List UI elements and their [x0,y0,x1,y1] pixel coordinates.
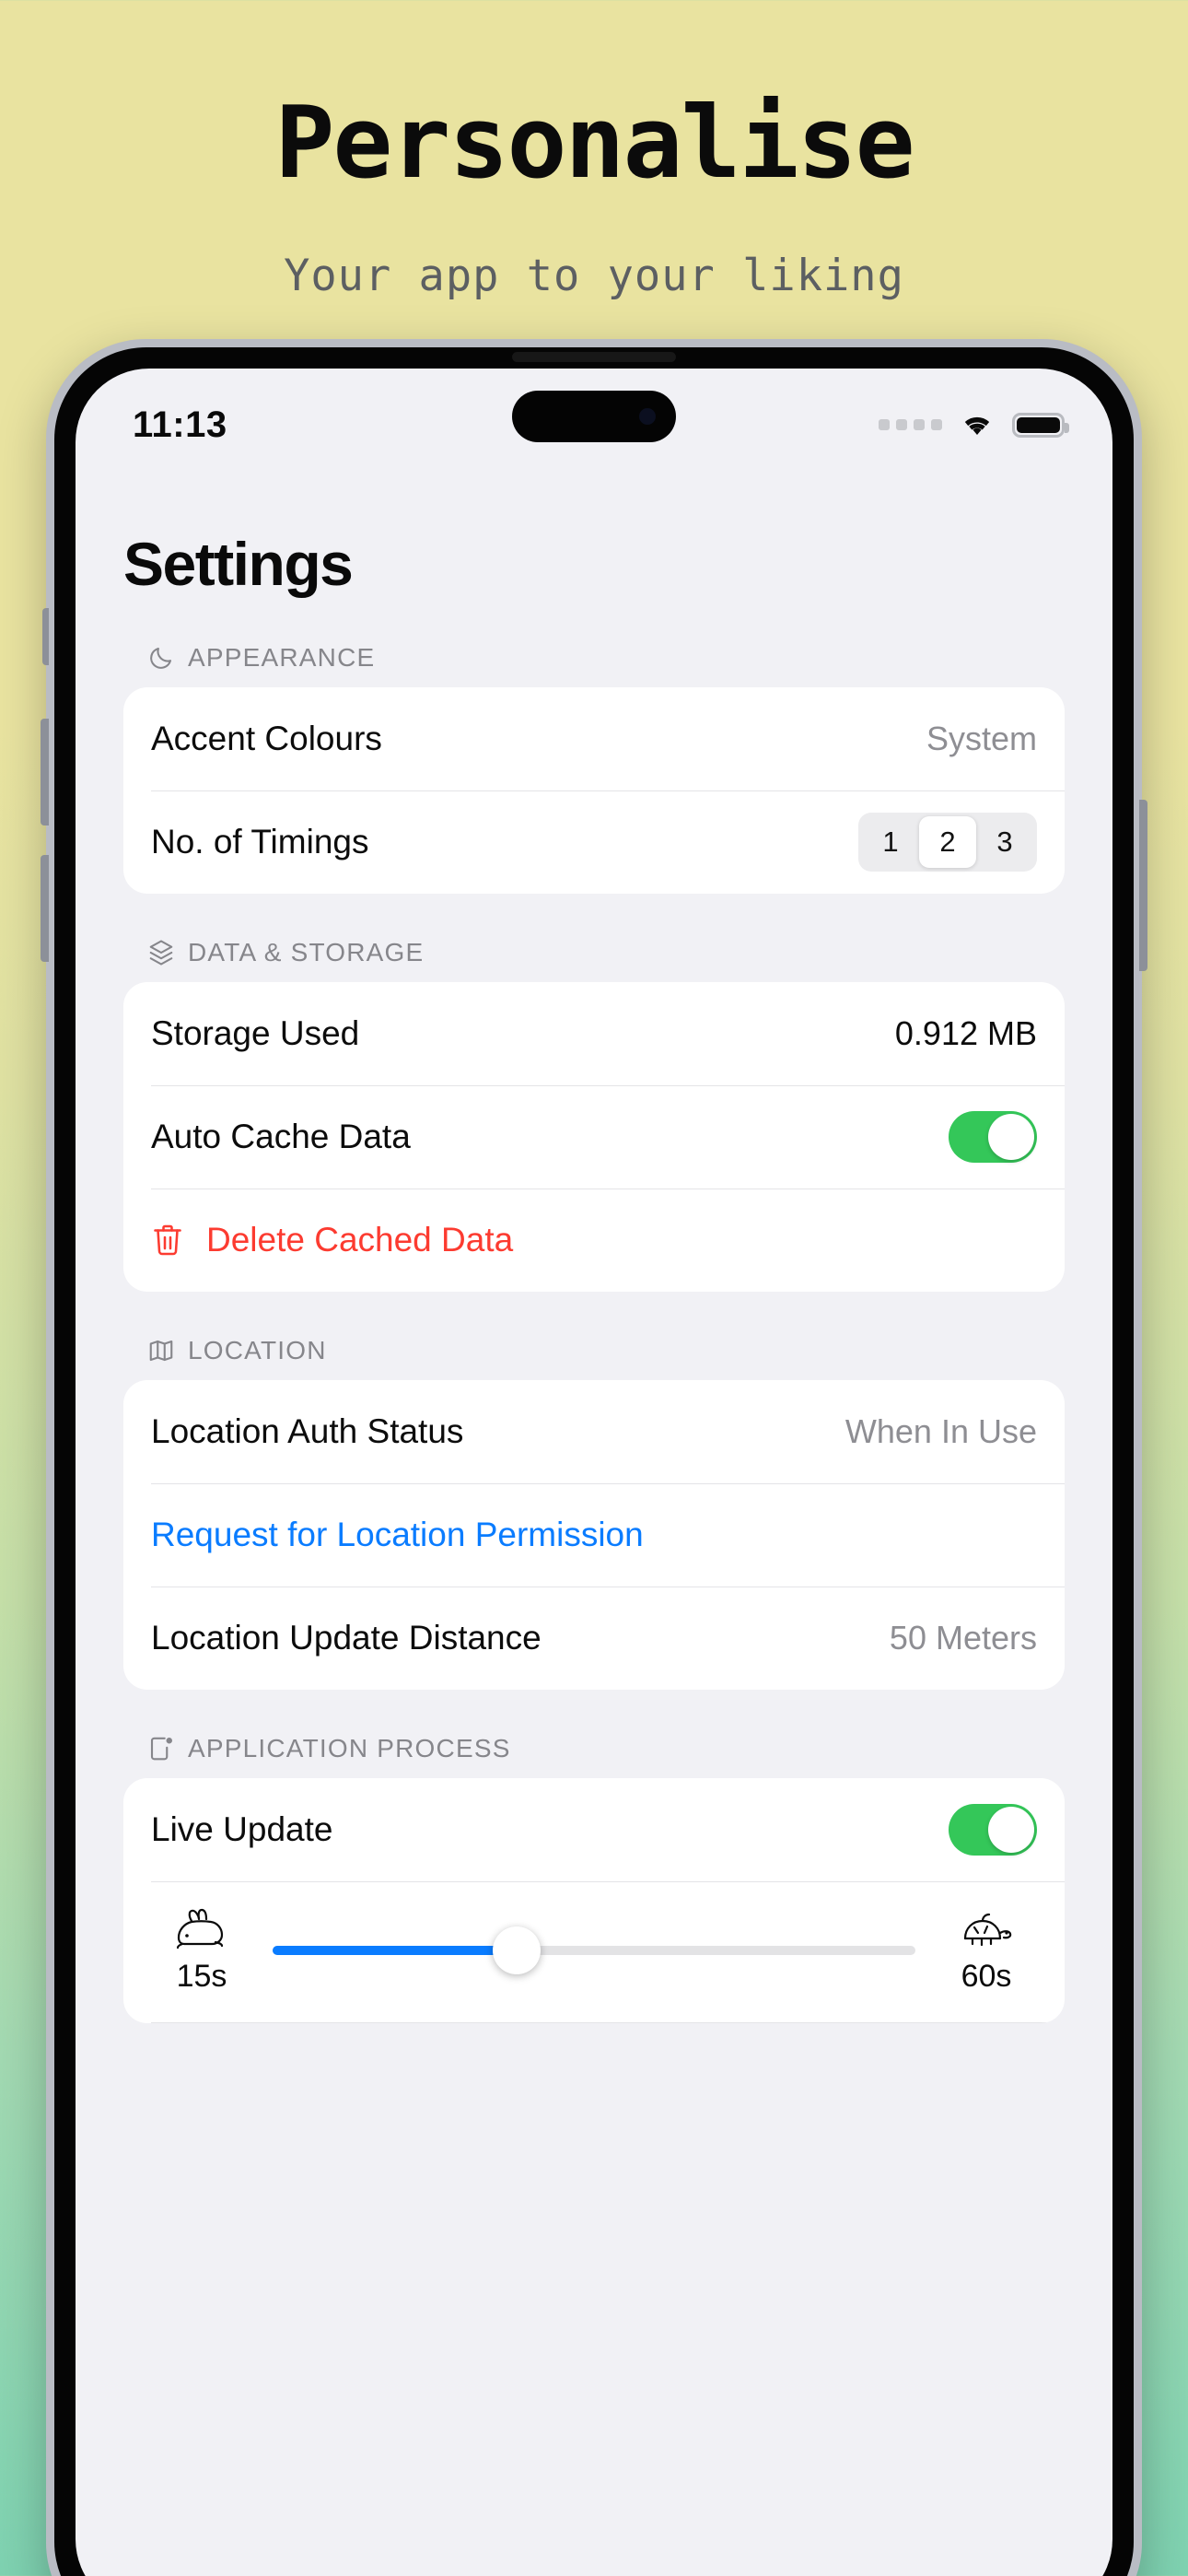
promo-subtitle: Your app to your liking [284,251,904,301]
segment-1[interactable]: 1 [862,816,919,868]
section-header-application-process: APPLICATION PROCESS [123,1734,1065,1763]
row-auto-cache-data: Auto Cache Data [123,1085,1065,1188]
row-value: 0.912 MB [894,1014,1037,1052]
promo-header: Personalise Your app to your liking [0,0,1188,302]
section-label: APPEARANCE [188,643,376,672]
wifi-icon [957,410,997,439]
section-header-location: LOCATION [123,1336,1065,1365]
status-indicators [879,410,1069,439]
row-no-of-timings: No. of Timings 1 2 3 [123,790,1065,894]
row-location-update-distance[interactable]: Location Update Distance 50 Meters [123,1587,1065,1690]
battery-full-icon [1012,412,1069,438]
card-location: Location Auth Status When In Use Request… [123,1380,1065,1690]
row-label: No. of Timings [151,823,369,861]
status-bar: 11:13 [76,369,1112,472]
card-appearance: Accent Colours System No. of Timings 1 2… [123,687,1065,894]
phone-mockup: 11:13 Settings APPEARANCE Accent Colours… [41,339,1147,2576]
card-application-process: Live Update 15s 60s [123,1778,1065,2023]
slider-fill [273,1945,518,1955]
row-label: Location Update Distance [151,1619,542,1657]
row-storage-used: Storage Used 0.912 MB [123,982,1065,1085]
request-location-permission-label: Request for Location Permission [151,1516,644,1553]
live-update-toggle[interactable] [949,1804,1037,1856]
slider-thumb[interactable] [493,1926,542,1974]
silence-switch[interactable] [42,608,49,665]
section-application-process: APPLICATION PROCESS Live Update 15s 60s [123,1734,1065,2023]
moon-icon [147,644,175,672]
segment-3[interactable]: 3 [976,816,1033,868]
section-header-appearance: APPEARANCE [123,643,1065,673]
volume-up-button[interactable] [41,719,49,825]
promo-title: Personalise [274,86,914,201]
phone-screen: 11:13 Settings APPEARANCE Accent Colours… [76,369,1112,2576]
row-location-auth-status: Location Auth Status When In Use [123,1380,1065,1483]
slider-max-end: 60s [936,1905,1037,1995]
section-label: DATA & STORAGE [188,938,425,966]
segment-2[interactable]: 2 [919,816,976,868]
delete-cached-data-label: Delete Cached Data [206,1221,514,1259]
slider-max-label: 60s [961,1959,1012,1994]
dynamic-island [512,391,676,442]
card-data-storage: Storage Used 0.912 MB Auto Cache Data De… [123,982,1065,1292]
section-header-data-storage: DATA & STORAGE [123,938,1065,967]
update-interval-slider[interactable] [273,1926,915,1974]
row-label: Accent Colours [151,720,382,757]
front-camera-icon [639,408,656,425]
row-label: Location Auth Status [151,1412,464,1450]
earpiece-speaker [512,352,676,362]
map-icon [147,1337,175,1364]
section-label: LOCATION [188,1336,327,1364]
timings-segmented-control[interactable]: 1 2 3 [858,813,1037,872]
row-label: Live Update [151,1810,333,1848]
rabbit-icon [151,1905,252,1953]
power-button[interactable] [1139,800,1147,971]
section-label: APPLICATION PROCESS [188,1734,511,1762]
tortoise-icon [936,1905,1037,1953]
row-live-update: Live Update [123,1778,1065,1881]
row-update-interval-slider: 15s 60s [123,1881,1065,2022]
row-label: Auto Cache Data [151,1118,411,1155]
signal-dots-icon [879,419,942,430]
page-title: Settings [123,530,354,598]
phone-bezel: 11:13 Settings APPEARANCE Accent Colours… [54,347,1134,2576]
status-clock: 11:13 [133,404,227,445]
section-appearance: APPEARANCE Accent Colours System No. of … [123,643,1065,894]
volume-down-button[interactable] [41,855,49,962]
app-badge-icon [147,1735,175,1762]
row-request-location-permission[interactable]: Request for Location Permission [123,1483,1065,1587]
row-value: 50 Meters [889,1619,1037,1657]
row-label: Storage Used [151,1014,360,1052]
row-accent-colours[interactable]: Accent Colours System [123,687,1065,790]
row-delete-cached-data[interactable]: Delete Cached Data [123,1188,1065,1292]
slider-min-label: 15s [176,1959,227,1994]
row-value: When In Use [844,1412,1037,1450]
auto-cache-toggle[interactable] [949,1111,1037,1163]
section-location: LOCATION Location Auth Status When In Us… [123,1336,1065,1690]
layers-icon [147,939,175,966]
slider-min-end: 15s [151,1905,252,1995]
card-bottom-divider [151,2022,1065,2023]
section-data-storage: DATA & STORAGE Storage Used 0.912 MB Aut… [123,938,1065,1292]
trash-icon [151,1221,184,1259]
settings-content: Settings APPEARANCE Accent Colours Syste… [76,529,1112,2023]
row-value: System [926,720,1037,757]
